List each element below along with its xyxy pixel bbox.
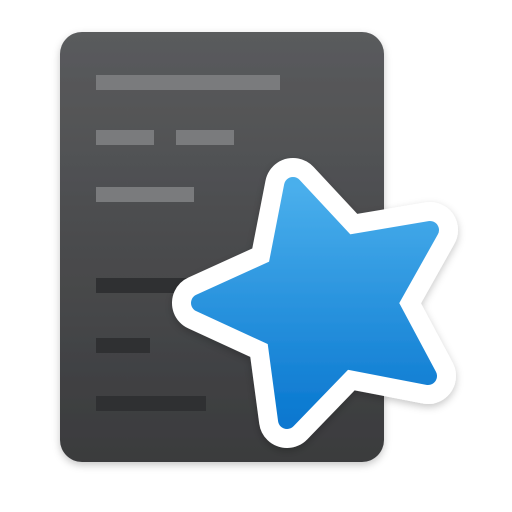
- app-icon-canvas: [0, 0, 512, 512]
- text-line: [176, 130, 234, 145]
- text-line: [96, 187, 194, 202]
- text-line: [96, 75, 280, 90]
- text-line: [96, 130, 154, 145]
- text-line: [96, 396, 206, 411]
- anki-app-icon: [60, 32, 458, 462]
- text-line: [96, 338, 150, 353]
